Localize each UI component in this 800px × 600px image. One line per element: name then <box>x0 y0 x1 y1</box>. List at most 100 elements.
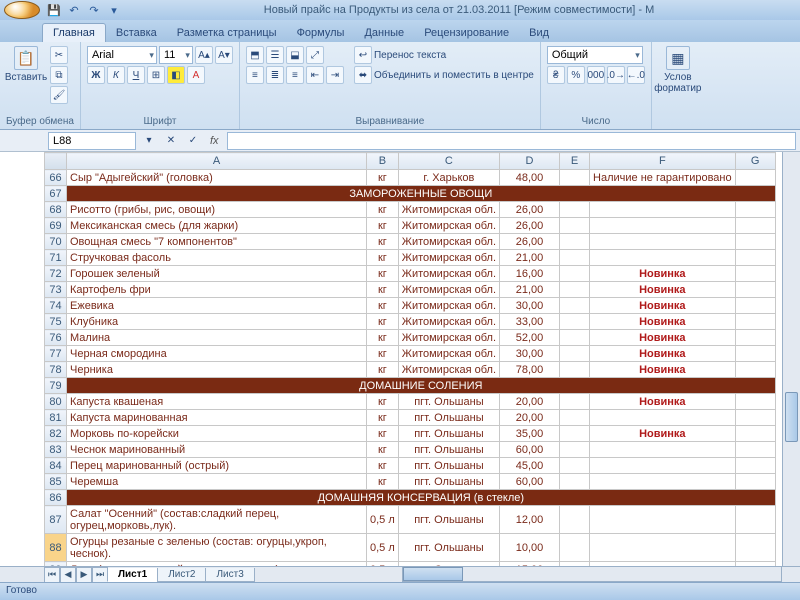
row-header[interactable]: 84 <box>45 458 67 474</box>
table-row[interactable]: 87Салат "Осенний" (состав:сладкий перец,… <box>45 506 776 534</box>
cell[interactable]: кг <box>367 234 399 250</box>
table-row[interactable]: 71Стручковая фасолькгЖитомирская обл.21,… <box>45 250 776 266</box>
cell[interactable]: Новинка <box>590 298 736 314</box>
cell[interactable] <box>735 442 775 458</box>
cell[interactable] <box>735 346 775 362</box>
row-header[interactable]: 85 <box>45 474 67 490</box>
number-format-combo[interactable]: Общий <box>547 46 643 64</box>
font-color-icon[interactable]: A <box>187 66 205 84</box>
cell[interactable]: Малина <box>67 330 367 346</box>
cell[interactable]: Наличие не гарантировано <box>590 170 736 186</box>
cell[interactable] <box>590 506 736 534</box>
cell[interactable]: 78,00 <box>500 362 560 378</box>
cell[interactable]: Житомирская обл. <box>398 218 499 234</box>
table-row[interactable]: 82Морковь по-корейскикгпгт. Ольшаны35,00… <box>45 426 776 442</box>
row-header[interactable]: 86 <box>45 490 67 506</box>
cell[interactable]: Новинка <box>590 394 736 410</box>
cell[interactable]: кг <box>367 394 399 410</box>
row-header[interactable]: 80 <box>45 394 67 410</box>
sheet-tab[interactable]: Лист1 <box>107 568 158 582</box>
cell[interactable] <box>735 394 775 410</box>
row-header[interactable]: 81 <box>45 410 67 426</box>
row-header[interactable]: 70 <box>45 234 67 250</box>
col-header[interactable]: E <box>560 153 590 170</box>
cell[interactable]: Капуста квашеная <box>67 394 367 410</box>
sheet-nav-next-icon[interactable]: ▶ <box>76 567 92 583</box>
col-header[interactable]: A <box>67 153 367 170</box>
row-header[interactable]: 72 <box>45 266 67 282</box>
decrease-decimal-icon[interactable]: ←.0 <box>627 66 645 84</box>
cell[interactable] <box>560 506 590 534</box>
cell[interactable]: 26,00 <box>500 218 560 234</box>
cell[interactable]: Овощная смесь "7 компонентов" <box>67 234 367 250</box>
cell[interactable]: Новинка <box>590 314 736 330</box>
cell[interactable] <box>735 534 775 562</box>
cell[interactable] <box>735 474 775 490</box>
cell[interactable]: Стручковая фасоль <box>67 250 367 266</box>
cell[interactable]: пгт. Ольшаны <box>398 506 499 534</box>
cell[interactable]: Новинка <box>590 426 736 442</box>
font-name-combo[interactable]: Arial <box>87 46 157 64</box>
cell[interactable] <box>735 234 775 250</box>
cell[interactable]: кг <box>367 250 399 266</box>
cell[interactable]: Ежевика <box>67 298 367 314</box>
cell[interactable] <box>560 458 590 474</box>
cell[interactable]: 30,00 <box>500 298 560 314</box>
table-row[interactable]: 68Рисотто (грибы, рис, овощи)кгЖитомирск… <box>45 202 776 218</box>
table-row[interactable]: 84Перец маринованный (острый)кгпгт. Ольш… <box>45 458 776 474</box>
row-header[interactable]: 79 <box>45 378 67 394</box>
cell[interactable] <box>560 410 590 426</box>
cell[interactable] <box>735 458 775 474</box>
cell[interactable]: пгт. Ольшаны <box>398 394 499 410</box>
cell[interactable]: Огурцы резаные с зеленью (состав: огурцы… <box>67 534 367 562</box>
row-header[interactable]: 74 <box>45 298 67 314</box>
cell[interactable]: 21,00 <box>500 250 560 266</box>
cell[interactable]: 20,00 <box>500 410 560 426</box>
cancel-icon[interactable]: ✕ <box>162 132 180 150</box>
row-header[interactable]: 88 <box>45 534 67 562</box>
cell[interactable] <box>590 202 736 218</box>
cell[interactable] <box>560 202 590 218</box>
cell[interactable] <box>560 266 590 282</box>
row-header[interactable]: 83 <box>45 442 67 458</box>
table-row[interactable]: 88Огурцы резаные с зеленью (состав: огур… <box>45 534 776 562</box>
cell[interactable] <box>560 282 590 298</box>
cell[interactable]: Житомирская обл. <box>398 234 499 250</box>
table-row[interactable]: 81Капуста маринованнаякгпгт. Ольшаны20,0… <box>45 410 776 426</box>
cell[interactable] <box>590 234 736 250</box>
increase-font-icon[interactable]: A▴ <box>195 46 213 64</box>
cell[interactable] <box>560 314 590 330</box>
col-header[interactable]: C <box>398 153 499 170</box>
row-header[interactable]: 75 <box>45 314 67 330</box>
cell[interactable] <box>560 170 590 186</box>
cell[interactable]: кг <box>367 442 399 458</box>
table-row[interactable]: 74ЕжевикакгЖитомирская обл.30,00Новинка <box>45 298 776 314</box>
cell[interactable] <box>560 426 590 442</box>
name-box[interactable]: L88 <box>48 132 136 150</box>
cell[interactable]: Новинка <box>590 282 736 298</box>
cell[interactable] <box>560 250 590 266</box>
row-header[interactable]: 66 <box>45 170 67 186</box>
cell[interactable]: Горошек зеленый <box>67 266 367 282</box>
formula-bar[interactable] <box>227 132 796 150</box>
align-left-icon[interactable]: ≡ <box>246 66 264 84</box>
office-button[interactable] <box>4 1 40 19</box>
sheet-nav-first-icon[interactable]: ⏮ <box>44 567 60 583</box>
spreadsheet-grid[interactable]: ABCDEFG66Сыр "Адыгейский" (головка)кгг. … <box>44 152 776 566</box>
fill-color-icon[interactable]: ◧ <box>167 66 185 84</box>
cell[interactable] <box>735 362 775 378</box>
save-icon[interactable]: 💾 <box>46 2 62 18</box>
font-size-combo[interactable]: 11 <box>159 46 193 64</box>
qat-dropdown-icon[interactable]: ▾ <box>106 2 122 18</box>
cell[interactable]: пгт. Ольшаны <box>398 458 499 474</box>
cell[interactable]: 33,00 <box>500 314 560 330</box>
align-right-icon[interactable]: ≡ <box>286 66 304 84</box>
cell[interactable]: кг <box>367 426 399 442</box>
underline-icon[interactable]: Ч <box>127 66 145 84</box>
cell[interactable]: Житомирская обл. <box>398 314 499 330</box>
cell[interactable] <box>590 250 736 266</box>
cell[interactable]: пгт. Ольшаны <box>398 442 499 458</box>
decrease-font-icon[interactable]: A▾ <box>215 46 233 64</box>
cell[interactable]: кг <box>367 170 399 186</box>
orientation-icon[interactable]: ⤢ <box>306 46 324 64</box>
